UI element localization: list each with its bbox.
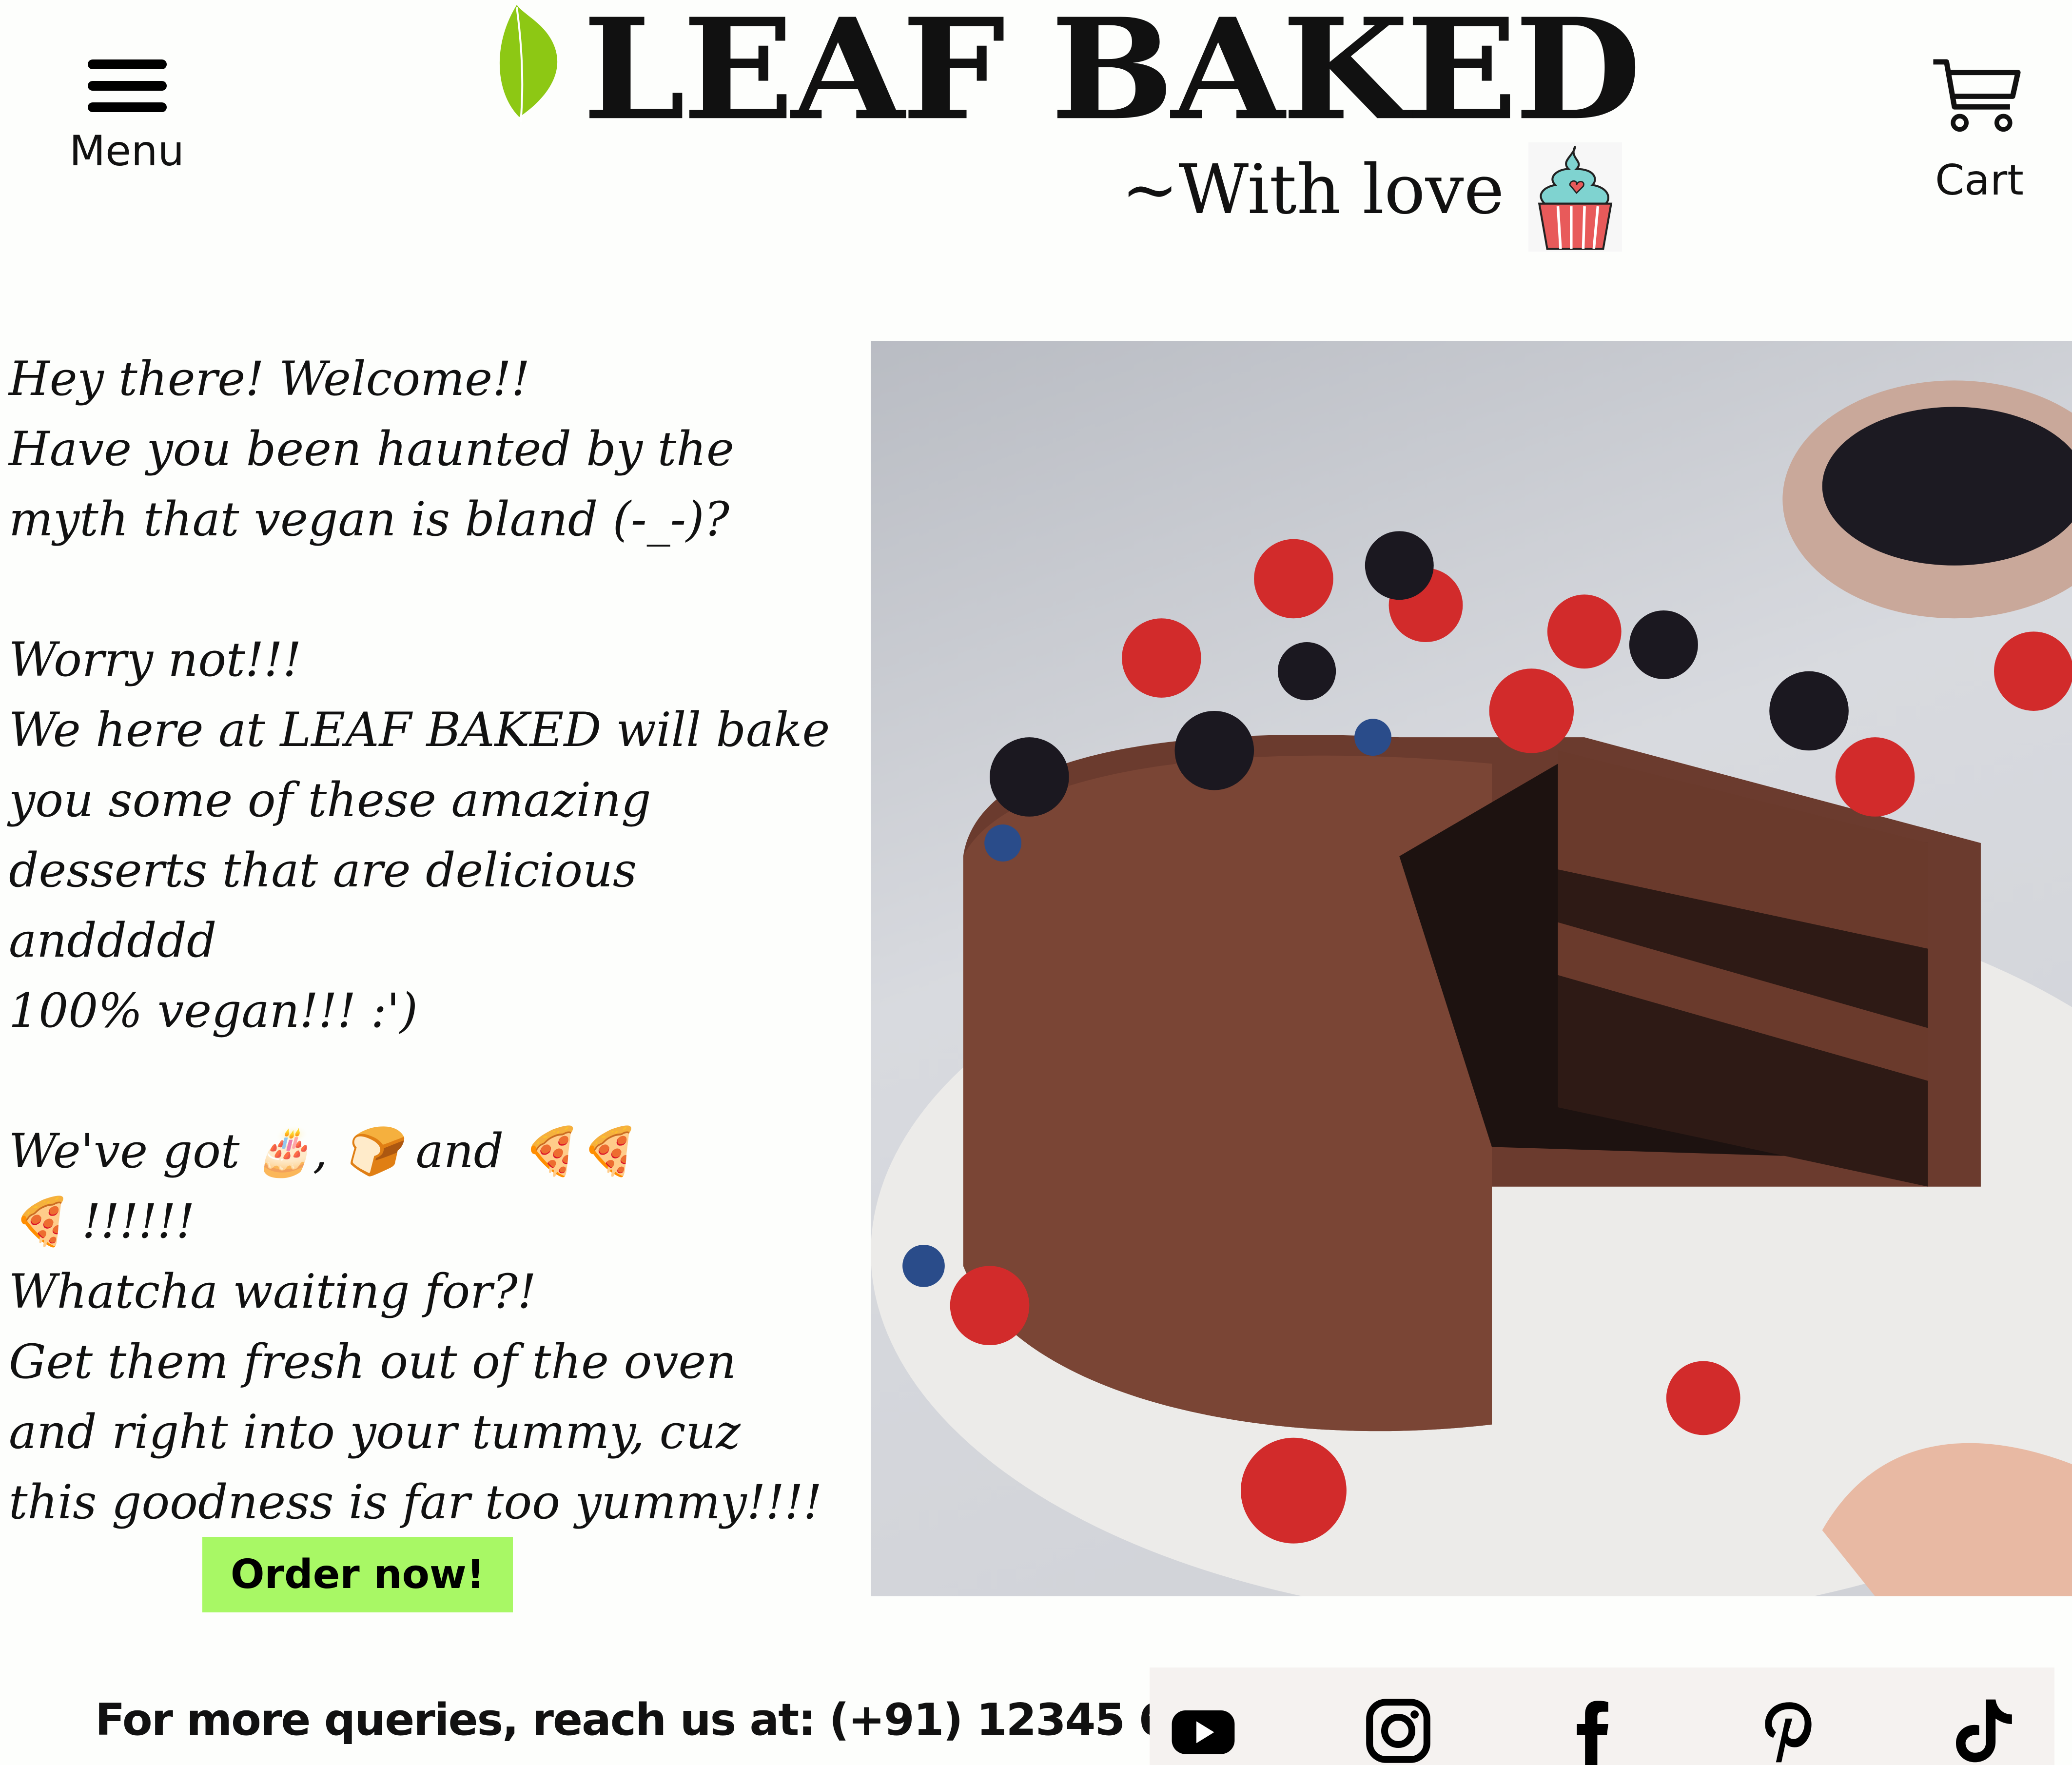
social-links: [1150, 1667, 2054, 1765]
intro-line: Have you been haunted by the: [9, 422, 734, 476]
instagram-icon[interactable]: [1364, 1697, 1432, 1765]
intro-text: Hey there! Welcome!! Have you been haunt…: [9, 344, 857, 1537]
intro-line: this goodness is far too yummy!!!!: [9, 1475, 822, 1530]
menu-button[interactable]: Menu: [59, 54, 195, 180]
contact-text: For more queries, reach us at: (+91) 123…: [95, 1694, 1287, 1745]
order-now-button[interactable]: Order now!: [202, 1537, 513, 1612]
intro-line: 100% vegan!!! :'): [9, 983, 418, 1038]
chocolate-cake-image: [871, 341, 2072, 1596]
intro-line: and right into your tummy, cuz: [9, 1405, 741, 1459]
intro-line: myth that vegan is bland (-_-)?: [9, 492, 729, 547]
menu-label: Menu: [69, 127, 185, 176]
intro-line: We here at LEAF BAKED will bake: [9, 703, 830, 757]
cart-icon: [1933, 59, 2021, 132]
intro-line: We've got 🎂, 🍞 and 🍕🍕: [9, 1124, 635, 1178]
facebook-icon[interactable]: [1559, 1697, 1627, 1765]
tagline: ~With love: [1121, 150, 1505, 230]
tiktok-icon[interactable]: [1949, 1697, 2017, 1765]
cart-label: Cart: [1935, 156, 2024, 205]
intro-line: 🍕 !!!!!!: [9, 1194, 195, 1249]
youtube-icon[interactable]: [1169, 1697, 1237, 1765]
cart-button[interactable]: Cart: [1921, 54, 2038, 215]
brand-title: LEAF BAKED: [583, 0, 1642, 151]
intro-line: Get them fresh out of the oven: [9, 1334, 737, 1389]
intro-line: Whatcha waiting for?!: [9, 1264, 537, 1319]
intro-line: Hey there! Welcome!!: [9, 352, 530, 406]
cupcake-icon: [1528, 142, 1622, 252]
intro-line: you some of these amazing: [9, 773, 651, 827]
pinterest-icon[interactable]: [1754, 1697, 1822, 1765]
leaf-logo-icon: [499, 5, 558, 122]
intro-line: desserts that are delicious anddddd: [9, 843, 637, 968]
intro-line: Worry not!!!: [9, 632, 302, 687]
